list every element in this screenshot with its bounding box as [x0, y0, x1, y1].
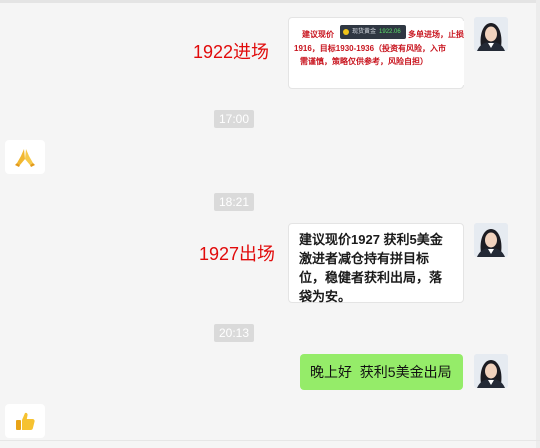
image-text-line3: 需谨慎，策略仅供参考，风险自担）	[300, 57, 428, 66]
entry-annotation: 1922进场	[193, 42, 270, 62]
strategy-image: 现货黄金 1922.06 建议现价 多单进场，止损 1916，目标1930-19…	[292, 21, 464, 85]
image-message-bubble[interactable]: 现货黄金 1922.06 建议现价 多单进场，止损 1916，目标1930-19…	[288, 17, 464, 89]
timestamp-badge: 20:13	[214, 324, 255, 342]
text-message-bubble[interactable]: 建议现价1927 获利5美金激进者减仓持有拼目标位，稳健者获利出局，落袋为安。	[288, 223, 464, 304]
woman-portrait-icon	[474, 354, 508, 388]
top-divider	[0, 0, 540, 3]
thumbs-up-icon	[16, 412, 35, 430]
chat-scrollbar[interactable]	[536, 0, 540, 448]
gold-coin-icon	[343, 29, 349, 35]
sent-text-bubble[interactable]: 晚上好 获利5美金出局	[300, 354, 463, 390]
woman-portrait-icon	[474, 223, 508, 257]
image-text-line2: 1916，目标1930-1936（投资有风险，入市	[294, 44, 447, 53]
message-text: 建议现价1927 获利5美金激进者减仓持有拼目标位，稳健者获利出局，落袋为安。	[299, 232, 443, 304]
image-text-line1-right: 多单进场，止损	[408, 30, 464, 39]
exit-annotation: 1927出场	[199, 244, 276, 264]
sender-avatar[interactable]	[474, 17, 508, 51]
bottom-divider	[0, 440, 540, 441]
quote-chip-price: 1922.06	[379, 29, 401, 35]
message-text: 晚上好 获利5美金出局	[310, 364, 452, 380]
sender-avatar[interactable]	[474, 354, 508, 388]
gold-quote-chip: 现货黄金 1922.06	[340, 25, 406, 39]
emoji-message-bubble[interactable]	[5, 404, 45, 438]
woman-portrait-icon	[474, 17, 508, 51]
emoji-message-bubble[interactable]	[5, 140, 45, 174]
image-text-line1-left: 建议现价	[302, 30, 334, 39]
pray-hands-icon	[15, 149, 35, 167]
timestamp-badge: 18:21	[214, 193, 255, 211]
quote-chip-label: 现货黄金	[352, 29, 377, 35]
sender-avatar[interactable]	[474, 223, 508, 257]
timestamp-badge: 17:00	[214, 110, 255, 128]
